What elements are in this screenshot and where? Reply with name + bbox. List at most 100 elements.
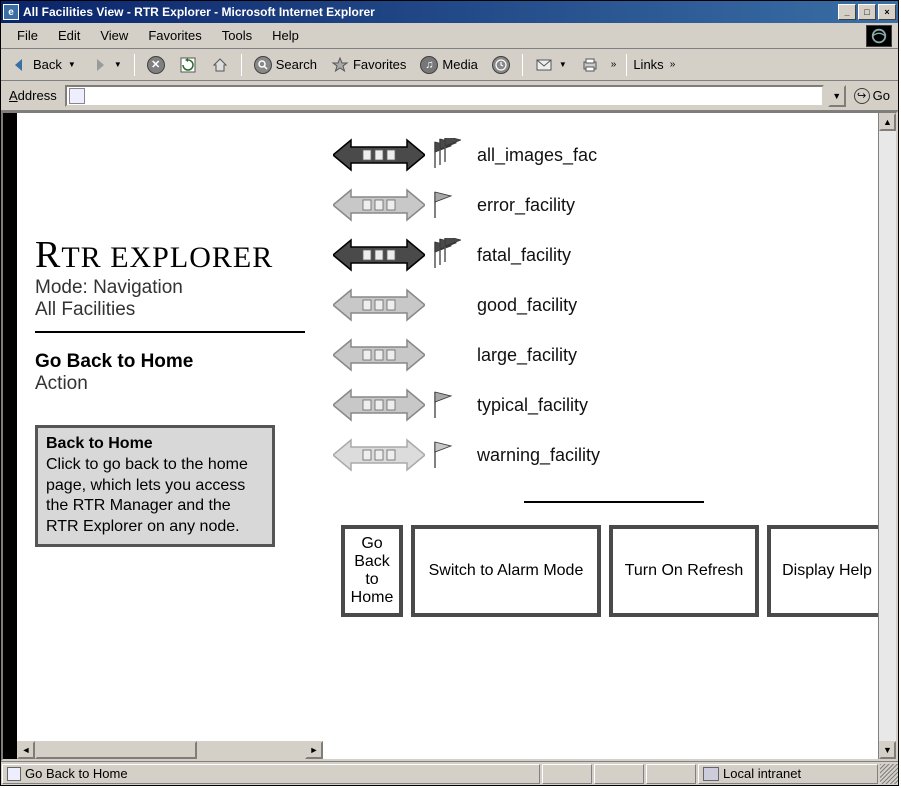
- toolbar: Back ▼ ▼ ✕ Search: [1, 49, 898, 81]
- double-arrow-icon: [333, 388, 425, 422]
- history-icon: [492, 56, 510, 74]
- stop-button[interactable]: ✕: [141, 53, 171, 77]
- left-divider: [35, 331, 305, 333]
- double-arrow-icon: [333, 138, 425, 172]
- flag-icon: [431, 188, 461, 222]
- scroll-up-icon[interactable]: ▲: [879, 113, 896, 131]
- menu-help[interactable]: Help: [262, 26, 309, 45]
- scroll-left-icon[interactable]: ◄: [17, 741, 35, 759]
- facility-row[interactable]: fatal_facility: [333, 233, 878, 277]
- flag-icon: [431, 388, 461, 422]
- facility-row[interactable]: error_facility: [333, 183, 878, 227]
- toolbar-separator: [626, 54, 627, 76]
- search-button[interactable]: Search: [248, 53, 323, 77]
- display-help-button[interactable]: Display Help: [767, 525, 878, 617]
- content-area: RTR EXPLORER Mode: Navigation All Facili…: [1, 111, 898, 761]
- action-sub: Action: [35, 373, 305, 395]
- media-icon: ♫: [420, 56, 438, 74]
- double-arrow-icon: [333, 238, 425, 272]
- menu-file[interactable]: File: [7, 26, 48, 45]
- scroll-down-icon[interactable]: ▼: [879, 741, 896, 759]
- close-button[interactable]: ×: [878, 4, 896, 20]
- scroll-track[interactable]: [35, 741, 305, 759]
- viewport: RTR EXPLORER Mode: Navigation All Facili…: [3, 113, 878, 759]
- double-arrow-icon: [333, 338, 425, 372]
- window-title: All Facilities View - RTR Explorer - Mic…: [23, 5, 836, 19]
- facility-label: error_facility: [477, 195, 575, 216]
- help-box: Back to Home Click to go back to the hom…: [35, 425, 275, 547]
- links-label[interactable]: Links: [633, 57, 663, 72]
- address-input[interactable]: [87, 88, 822, 104]
- back-dropdown-icon[interactable]: ▼: [68, 60, 76, 69]
- stop-icon: ✕: [147, 56, 165, 74]
- double-arrow-icon: [333, 188, 425, 222]
- go-back-home-button[interactable]: Go Back to Home: [341, 525, 403, 617]
- go-arrow-icon: ↪: [854, 88, 870, 104]
- facility-row[interactable]: good_facility: [333, 283, 878, 327]
- app-title: RTR EXPLORER: [35, 233, 305, 277]
- action-title[interactable]: Go Back to Home: [35, 351, 305, 373]
- zone-icon: [703, 767, 719, 781]
- zone-text: Local intranet: [723, 766, 801, 781]
- double-arrow-icon: [333, 288, 425, 322]
- toolbar-overflow-icon[interactable]: »: [607, 59, 621, 70]
- address-bar: AAddressddress ▼ ↪ Go: [1, 81, 898, 111]
- facility-icons: [333, 338, 463, 372]
- facility-list: all_images_fac error_facility: [333, 133, 878, 477]
- menu-favorites[interactable]: Favorites: [138, 26, 211, 45]
- facility-label: warning_facility: [477, 445, 600, 466]
- button-row: Go Back to Home Switch to Alarm Mode Tur…: [333, 525, 878, 617]
- scroll-right-icon[interactable]: ►: [305, 741, 323, 759]
- facility-icons: [333, 238, 463, 272]
- search-icon: [254, 56, 272, 74]
- facility-label: typical_facility: [477, 395, 588, 416]
- resize-grip-icon[interactable]: [880, 764, 898, 784]
- menubar: File Edit View Favorites Tools Help: [1, 23, 898, 49]
- facility-label: good_facility: [477, 295, 577, 316]
- forward-dropdown-icon[interactable]: ▼: [114, 60, 122, 69]
- status-pane-3: [594, 764, 644, 784]
- facility-row[interactable]: warning_facility: [333, 433, 878, 477]
- menu-view[interactable]: View: [90, 26, 138, 45]
- switch-alarm-button[interactable]: Switch to Alarm Mode: [411, 525, 601, 617]
- go-label: Go: [873, 88, 890, 103]
- history-button[interactable]: [486, 53, 516, 77]
- vertical-scrollbar[interactable]: ▲ ▼: [878, 113, 896, 759]
- go-button[interactable]: ↪ Go: [850, 88, 894, 104]
- turn-on-refresh-button[interactable]: Turn On Refresh: [609, 525, 759, 617]
- help-box-title: Back to Home: [46, 434, 264, 455]
- scroll-track[interactable]: [879, 131, 896, 741]
- facility-row[interactable]: all_images_fac: [333, 133, 878, 177]
- minimize-button[interactable]: _: [838, 4, 856, 20]
- forward-button[interactable]: ▼: [84, 53, 128, 77]
- back-button[interactable]: Back ▼: [5, 53, 82, 77]
- facility-row[interactable]: typical_facility: [333, 383, 878, 427]
- status-page-icon: [7, 767, 21, 781]
- home-button[interactable]: [205, 53, 235, 77]
- menu-edit[interactable]: Edit: [48, 26, 90, 45]
- maximize-button[interactable]: □: [858, 4, 876, 20]
- print-button[interactable]: [575, 53, 605, 77]
- flag-icon: [431, 438, 461, 472]
- ie-app-icon: e: [3, 4, 19, 20]
- address-input-wrap: [65, 85, 824, 107]
- facility-icons: [333, 188, 463, 222]
- security-zone-pane: Local intranet: [698, 764, 878, 784]
- media-button[interactable]: ♫ Media: [414, 53, 483, 77]
- mid-divider: [524, 501, 704, 503]
- favorites-button[interactable]: Favorites: [325, 53, 412, 77]
- facility-row[interactable]: large_facility: [333, 333, 878, 377]
- left-horizontal-scrollbar[interactable]: ◄ ►: [17, 741, 323, 759]
- flag-icon: [431, 338, 461, 372]
- statusbar: Go Back to Home Local intranet: [1, 761, 898, 785]
- media-label: Media: [442, 57, 477, 72]
- mode-line: Mode: Navigation: [35, 277, 305, 299]
- facility-icons: [333, 388, 463, 422]
- mail-dropdown-icon[interactable]: ▼: [559, 60, 567, 69]
- refresh-button[interactable]: [173, 53, 203, 77]
- menu-tools[interactable]: Tools: [212, 26, 262, 45]
- links-overflow-icon[interactable]: »: [666, 59, 680, 70]
- address-dropdown-icon[interactable]: ▼: [828, 85, 846, 107]
- scroll-thumb[interactable]: [35, 741, 197, 759]
- mail-button[interactable]: ▼: [529, 53, 573, 77]
